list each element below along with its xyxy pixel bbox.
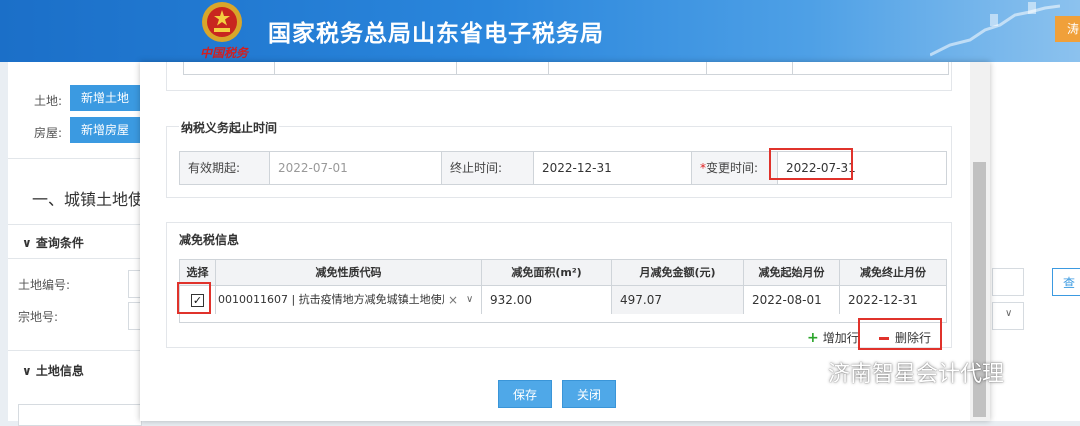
divider — [8, 158, 140, 159]
table-cell — [706, 62, 793, 74]
table-cell — [184, 62, 275, 74]
watermark-text: 济南智星会计代理 — [828, 362, 1005, 387]
site-header: 中国税务 国家税务总局山东省电子税务局 涛 — [0, 0, 1080, 62]
start-month-input[interactable]: 2022-08-01 — [744, 286, 840, 314]
save-button[interactable]: 保存 — [498, 380, 552, 408]
right-input[interactable] — [992, 268, 1024, 296]
relief-panel: 减免税信息 选择 减免性质代码 减免面积(m²) 月减免金额(元) 减免起始月份… — [166, 222, 952, 348]
end-time-value: 2022-12-31 — [542, 161, 612, 175]
logo-text: 中国税务 — [200, 46, 249, 60]
add-land-button[interactable]: 新增土地 — [70, 85, 140, 111]
tax-period-title: 纳税义务起止时间 — [179, 119, 280, 136]
plus-icon: + — [807, 330, 819, 346]
divider — [8, 224, 140, 225]
relief-table: 选择 减免性质代码 减免面积(m²) 月减免金额(元) 减免起始月份 减免终止月… — [179, 259, 947, 323]
query-button[interactable]: 查 — [1052, 268, 1080, 296]
col-end-month-header: 减免终止月份 — [840, 260, 946, 286]
monthly-amount-field: 497.07 — [612, 286, 744, 314]
add-house-button[interactable]: 新增房屋 — [70, 117, 140, 143]
land-info-section-title[interactable]: ∨ 土地信息 — [22, 362, 84, 379]
start-month-value: 2022-08-01 — [752, 293, 822, 307]
previous-table — [183, 62, 949, 75]
chevron-down-icon[interactable]: ∨ — [466, 286, 473, 314]
end-month-value: 2022-12-31 — [848, 293, 918, 307]
col-code-header: 减免性质代码 — [216, 260, 482, 286]
chevron-down-icon: ∨ — [1005, 308, 1013, 319]
end-time-label: 终止时间: — [442, 152, 534, 184]
end-month-input[interactable]: 2022-12-31 — [840, 286, 946, 314]
table-cell — [548, 62, 707, 74]
wechat-icon — [792, 362, 817, 382]
relief-area-value: 932.00 — [490, 293, 532, 307]
valid-from-label: 有效期起: — [180, 152, 270, 184]
col-area-header: 减免面积(m²) — [482, 260, 612, 286]
relief-code-value: 0010011607 | 抗击疫情地方减免城镇土地使用税 — [218, 293, 444, 306]
divider — [8, 258, 140, 259]
col-monthly-amount-header: 月减免金额(元) — [612, 260, 744, 286]
plot-no-label: 宗地号: — [18, 310, 59, 324]
close-button[interactable]: 关闭 — [562, 380, 616, 408]
relief-code-select[interactable]: 0010011607 | 抗击疫情地方减免城镇土地使用税 × ∨ — [216, 286, 482, 314]
query-section-title[interactable]: ∨ 查询条件 — [22, 234, 84, 251]
chevron-down-icon: ∨ — [22, 236, 36, 250]
add-row-label: 增加行 — [822, 331, 859, 345]
valid-from-field: 2022-07-01 — [270, 152, 442, 184]
change-time-label-text: 变更时间: — [706, 161, 759, 175]
col-start-month-header: 减免起始月份 — [744, 260, 840, 286]
highlight-box — [769, 148, 853, 180]
land-label: 土地: — [34, 94, 63, 108]
section-heading: 一、城镇土地使 — [32, 190, 145, 209]
relief-area-input[interactable]: 932.00 — [482, 286, 612, 314]
house-label: 房屋: — [34, 126, 63, 140]
divider — [8, 350, 140, 351]
national-emblem-icon — [202, 2, 242, 42]
relief-title: 减免税信息 — [179, 233, 240, 247]
land-info-section-label: 土地信息 — [35, 364, 84, 378]
land-info-table — [18, 404, 142, 426]
land-no-label: 土地编号: — [18, 278, 71, 292]
highlight-box — [177, 282, 211, 314]
monthly-amount-value: 497.07 — [620, 293, 662, 307]
table-cell — [456, 62, 549, 74]
great-wall-decoration — [930, 2, 1060, 57]
change-time-label: *变更时间: — [692, 152, 778, 184]
previous-panel — [166, 62, 952, 91]
clear-icon[interactable]: × — [448, 286, 458, 314]
end-time-field[interactable]: 2022-12-31 — [534, 152, 692, 184]
site-title: 国家税务总局山东省电子税务局 — [268, 21, 604, 47]
header-action-button[interactable]: 涛 — [1055, 16, 1080, 42]
table-cell — [274, 62, 457, 74]
query-section-label: 查询条件 — [35, 236, 84, 250]
highlight-box — [858, 318, 942, 350]
chevron-down-icon: ∨ — [22, 364, 36, 378]
add-row-button[interactable]: + 增加行 — [807, 329, 859, 346]
